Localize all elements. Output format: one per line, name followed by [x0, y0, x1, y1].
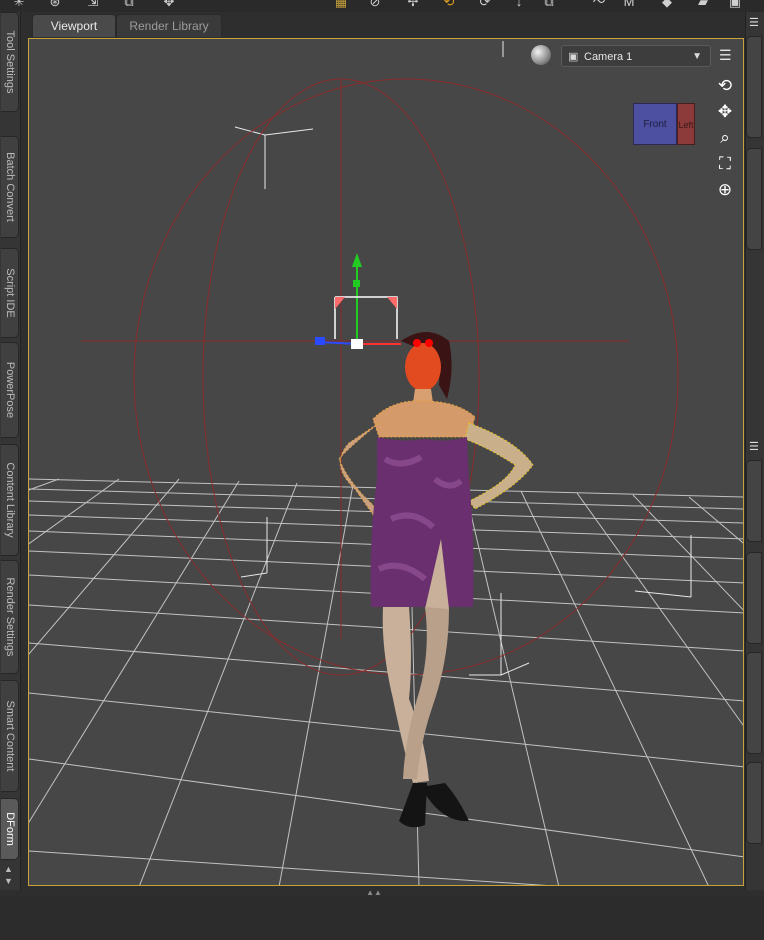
anchor-icon[interactable]: ⊘	[366, 0, 384, 10]
camera-label: Camera 1	[584, 51, 633, 63]
camera-select[interactable]: ▣ Camera 1 ▼	[561, 45, 711, 67]
pan-icon[interactable]: ✥	[713, 101, 737, 123]
right-tab[interactable]	[746, 762, 762, 844]
tab-smart-content[interactable]: Smart Content	[1, 680, 19, 792]
tab-render-settings[interactable]: Render Settings	[1, 560, 19, 674]
scene-canvas[interactable]	[29, 39, 744, 886]
chevron-down-icon: ▼	[692, 51, 702, 62]
down-icon[interactable]: ↓	[510, 0, 528, 10]
tab-label: Batch Convert	[3, 152, 16, 222]
right-tab[interactable]	[746, 460, 762, 542]
tab-batch-convert[interactable]: Batch Convert	[1, 136, 19, 238]
add-icon[interactable]: ⧉	[120, 0, 138, 10]
reset-icon[interactable]: ⊕	[713, 179, 737, 201]
joint-icon[interactable]: ⟳	[476, 0, 494, 10]
morph-icon[interactable]: ▦	[332, 0, 350, 10]
tab-dform[interactable]: DForm	[1, 798, 19, 860]
orbit-icon[interactable]: ⟲	[713, 75, 737, 97]
top-toolbar: ✳ ⊛ ⇲ ⧉ ✥ ▦ ⊘ ✢ ⟲ ⟳ ↓ ⧉ 〜 M ◆ ▰ ▣	[0, 0, 764, 12]
right-tab[interactable]	[746, 36, 762, 138]
m-icon[interactable]: M	[620, 0, 638, 10]
transform-gizmo	[315, 253, 401, 349]
3d-viewport[interactable]: ▣ Camera 1 ▼ ☰ Front Left ⟲ ✥ ⌕ ⛶ ⊕	[28, 38, 744, 886]
tab-content-library[interactable]: Content Library	[1, 444, 19, 556]
right-tab[interactable]	[746, 148, 762, 250]
tab-label: Content Library	[3, 462, 16, 538]
tab-powerpose[interactable]: PowerPose	[1, 342, 19, 438]
draw-style-icon[interactable]	[531, 45, 551, 65]
tab-label: PowerPose	[3, 361, 16, 419]
menu-icon[interactable]: ☰	[749, 16, 759, 29]
menu-icon[interactable]: ☰	[749, 440, 759, 453]
chevron-icon[interactable]: ◆	[658, 0, 676, 10]
tab-label: Smart Content	[3, 700, 16, 772]
tab-label: DForm	[3, 812, 16, 846]
view-cube[interactable]: Front Left	[633, 97, 697, 149]
scale-icon[interactable]: ⇲	[84, 0, 102, 10]
curve-icon[interactable]: 〜	[590, 0, 608, 10]
tab-label: Tool Settings	[3, 30, 16, 94]
viewport-menu-icon[interactable]: ☰	[719, 47, 733, 63]
rotate-icon[interactable]: ⊛	[46, 0, 64, 10]
zoom-icon[interactable]: ⌕	[713, 127, 737, 149]
right-tab[interactable]	[746, 652, 762, 754]
tab-label: Render Settings	[3, 577, 16, 657]
scroll-down-icon[interactable]: ▼	[4, 876, 13, 886]
frame-icon[interactable]: ⛶	[713, 153, 737, 175]
camera-icon: ▣	[568, 51, 579, 63]
figure-model	[338, 332, 534, 828]
node-icon[interactable]: ⟲	[440, 0, 458, 10]
pane-tab-bar: Viewport Render Library	[22, 12, 722, 37]
right-tab[interactable]	[746, 552, 762, 644]
bottom-area	[0, 896, 764, 940]
tab-render-library[interactable]: Render Library	[116, 14, 222, 37]
figure-icon[interactable]: ✥	[160, 0, 178, 10]
scroll-up-icon[interactable]: ▲	[4, 864, 13, 874]
tab-viewport[interactable]: Viewport	[32, 14, 116, 37]
tab-label: Script IDE	[3, 268, 16, 318]
right-dock: ☰ ☰	[745, 12, 764, 890]
view-cube-right[interactable]: Left	[677, 103, 695, 145]
view-cube-front[interactable]: Front	[633, 103, 677, 145]
render-icon[interactable]: ▰	[694, 0, 712, 10]
tab-tool-settings[interactable]: Tool Settings	[1, 12, 19, 112]
transform-icon[interactable]: ✢	[404, 0, 422, 10]
move-icon[interactable]: ✳	[10, 0, 28, 10]
tab-script-ide[interactable]: Script IDE	[1, 248, 19, 338]
window-icon[interactable]: ▣	[726, 0, 744, 10]
pane-resize-handle[interactable]: ▲▲	[350, 888, 398, 897]
region-icon[interactable]: ⧉	[540, 0, 558, 10]
left-dock: Tool Settings Batch Convert Script IDE P…	[0, 12, 21, 890]
